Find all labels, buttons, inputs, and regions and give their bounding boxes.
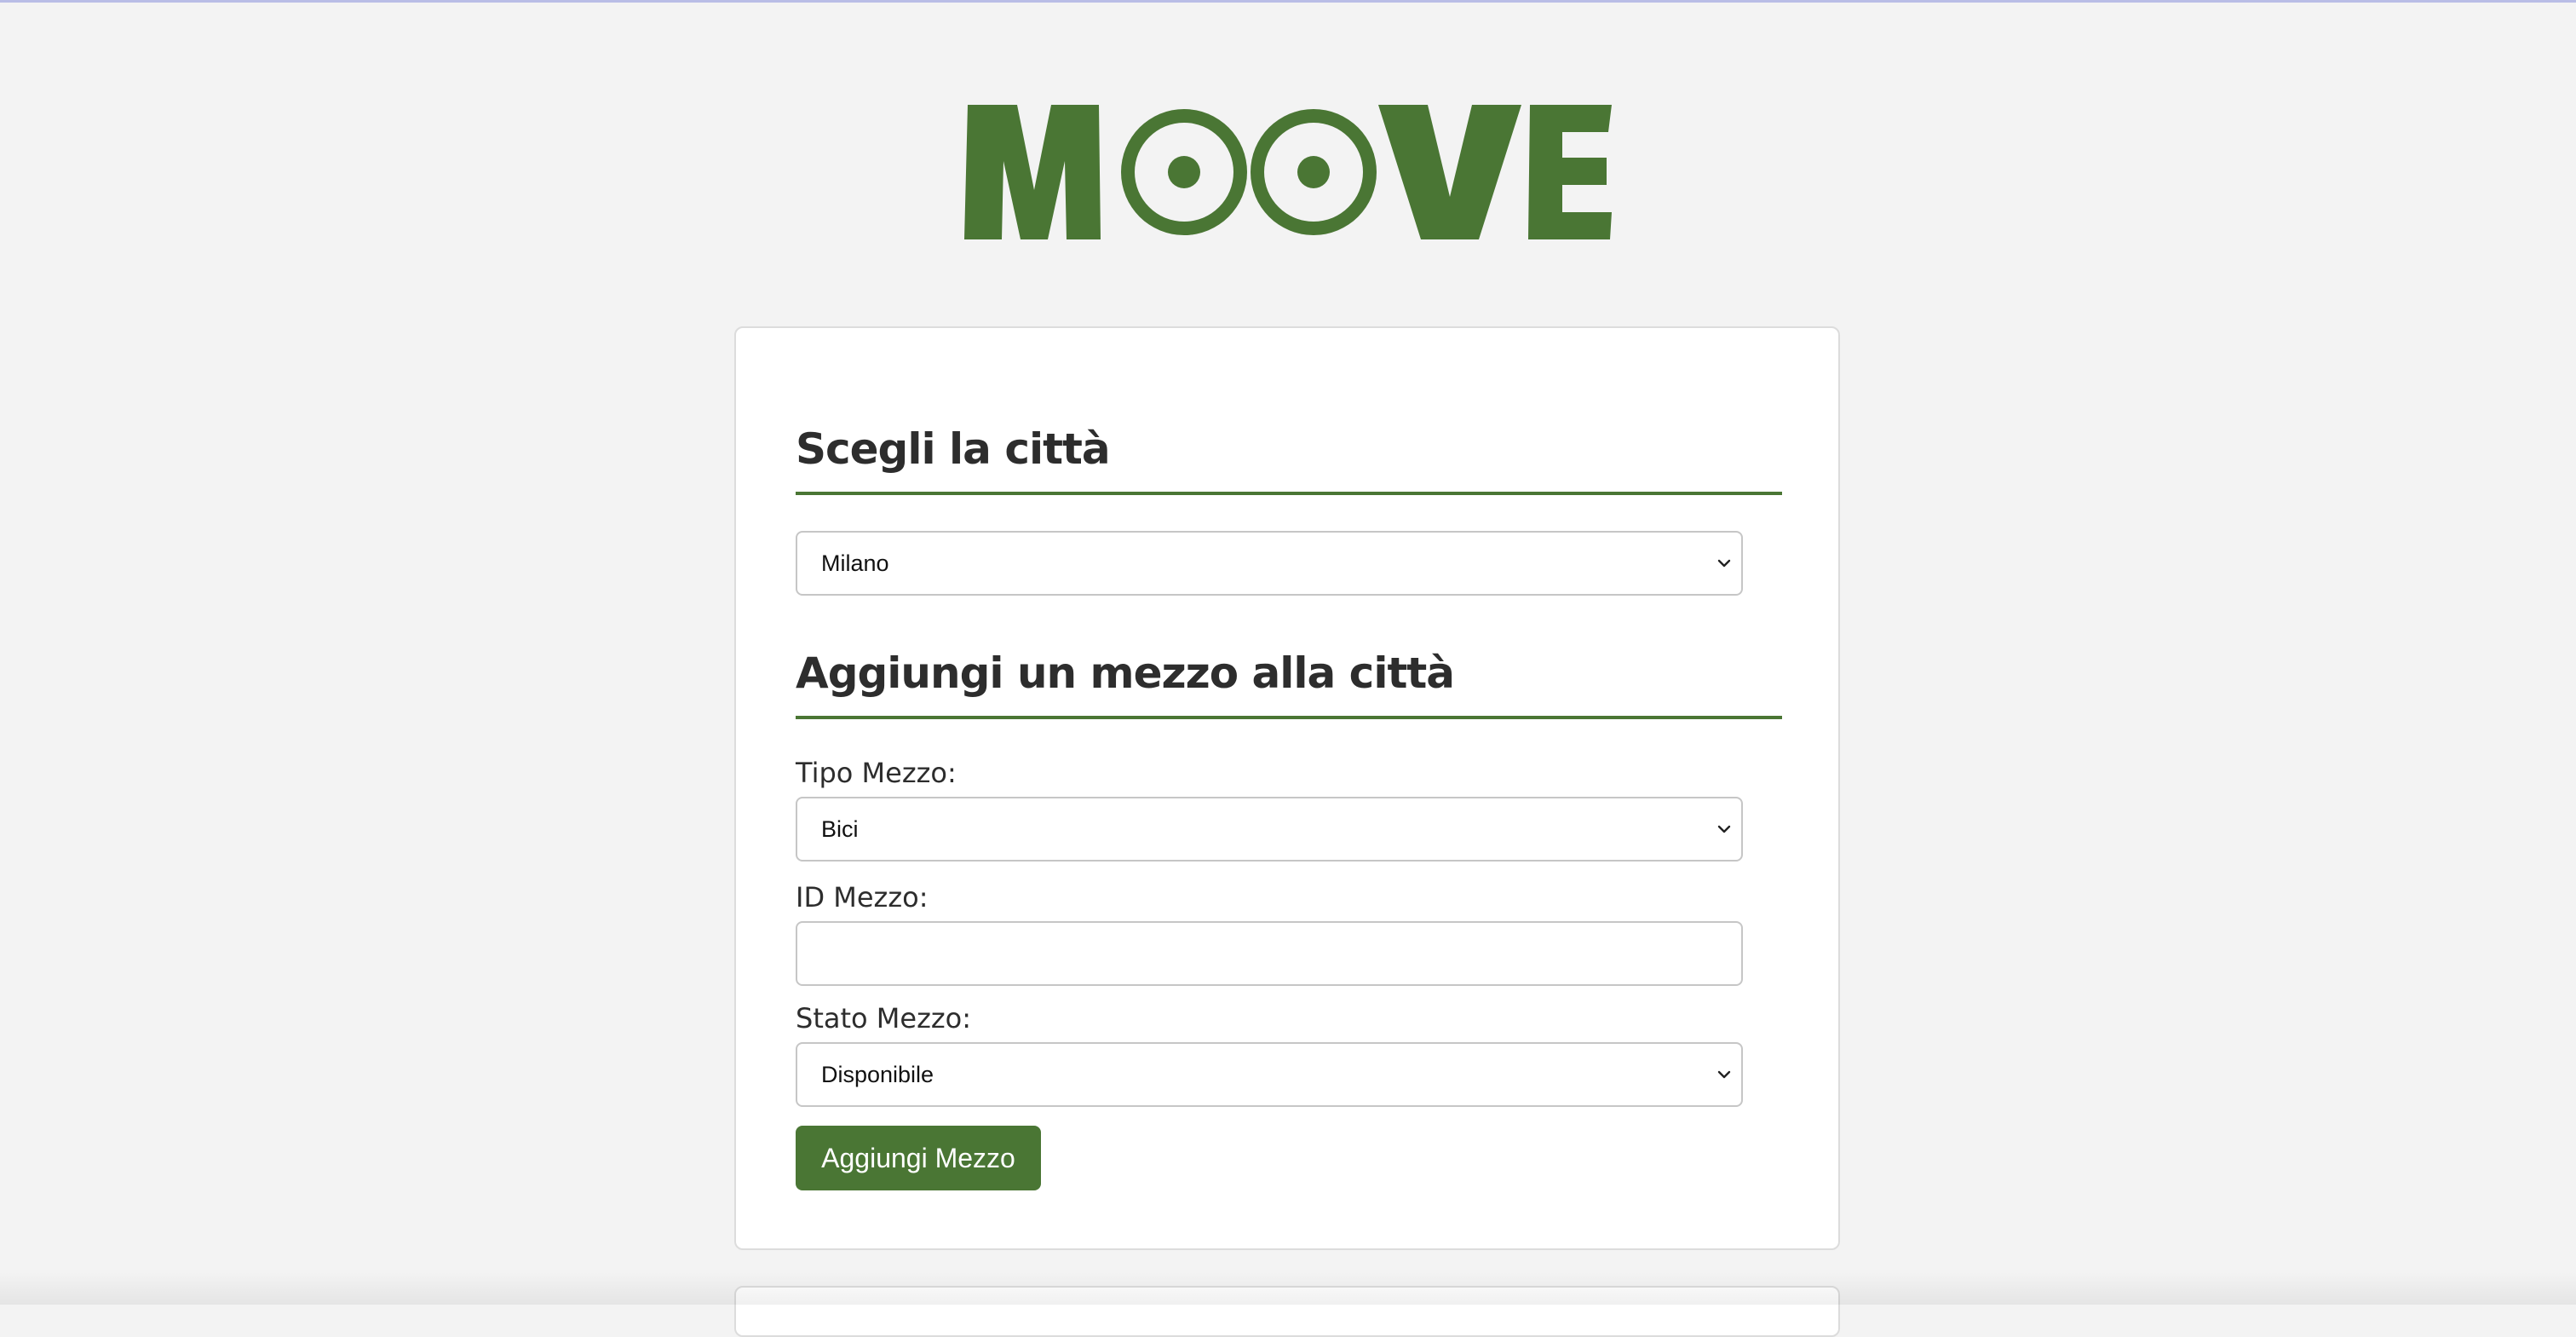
vehicle-status-label: Stato Mezzo: xyxy=(796,1002,972,1034)
vehicle-status-select[interactable]: Disponibile xyxy=(796,1042,1743,1107)
city-section-title: Scegli la città xyxy=(796,424,1111,474)
vehicle-type-select[interactable]: Bici xyxy=(796,797,1743,862)
vehicle-section-divider xyxy=(796,716,1782,719)
vehicle-id-input[interactable] xyxy=(796,921,1743,986)
next-card xyxy=(734,1286,1840,1337)
chevron-down-icon xyxy=(1717,559,1731,568)
city-vehicle-card: Scegli la città Milano Aggiungi un mezzo… xyxy=(734,326,1840,1250)
vehicle-section-title: Aggiungi un mezzo alla città xyxy=(796,648,1455,698)
vehicle-id-label: ID Mezzo: xyxy=(796,881,929,913)
vehicle-type-label: Tipo Mezzo: xyxy=(796,757,957,789)
vehicle-type-value: Bici xyxy=(821,815,859,842)
city-section-divider xyxy=(796,492,1782,495)
brand-logo xyxy=(0,101,2576,245)
city-select[interactable]: Milano xyxy=(796,531,1743,596)
city-select-value: Milano xyxy=(821,550,889,576)
vehicle-status-value: Disponibile xyxy=(821,1061,934,1087)
add-vehicle-button[interactable]: Aggiungi Mezzo xyxy=(796,1126,1041,1190)
chevron-down-icon xyxy=(1717,1070,1731,1079)
chevron-down-icon xyxy=(1717,825,1731,833)
